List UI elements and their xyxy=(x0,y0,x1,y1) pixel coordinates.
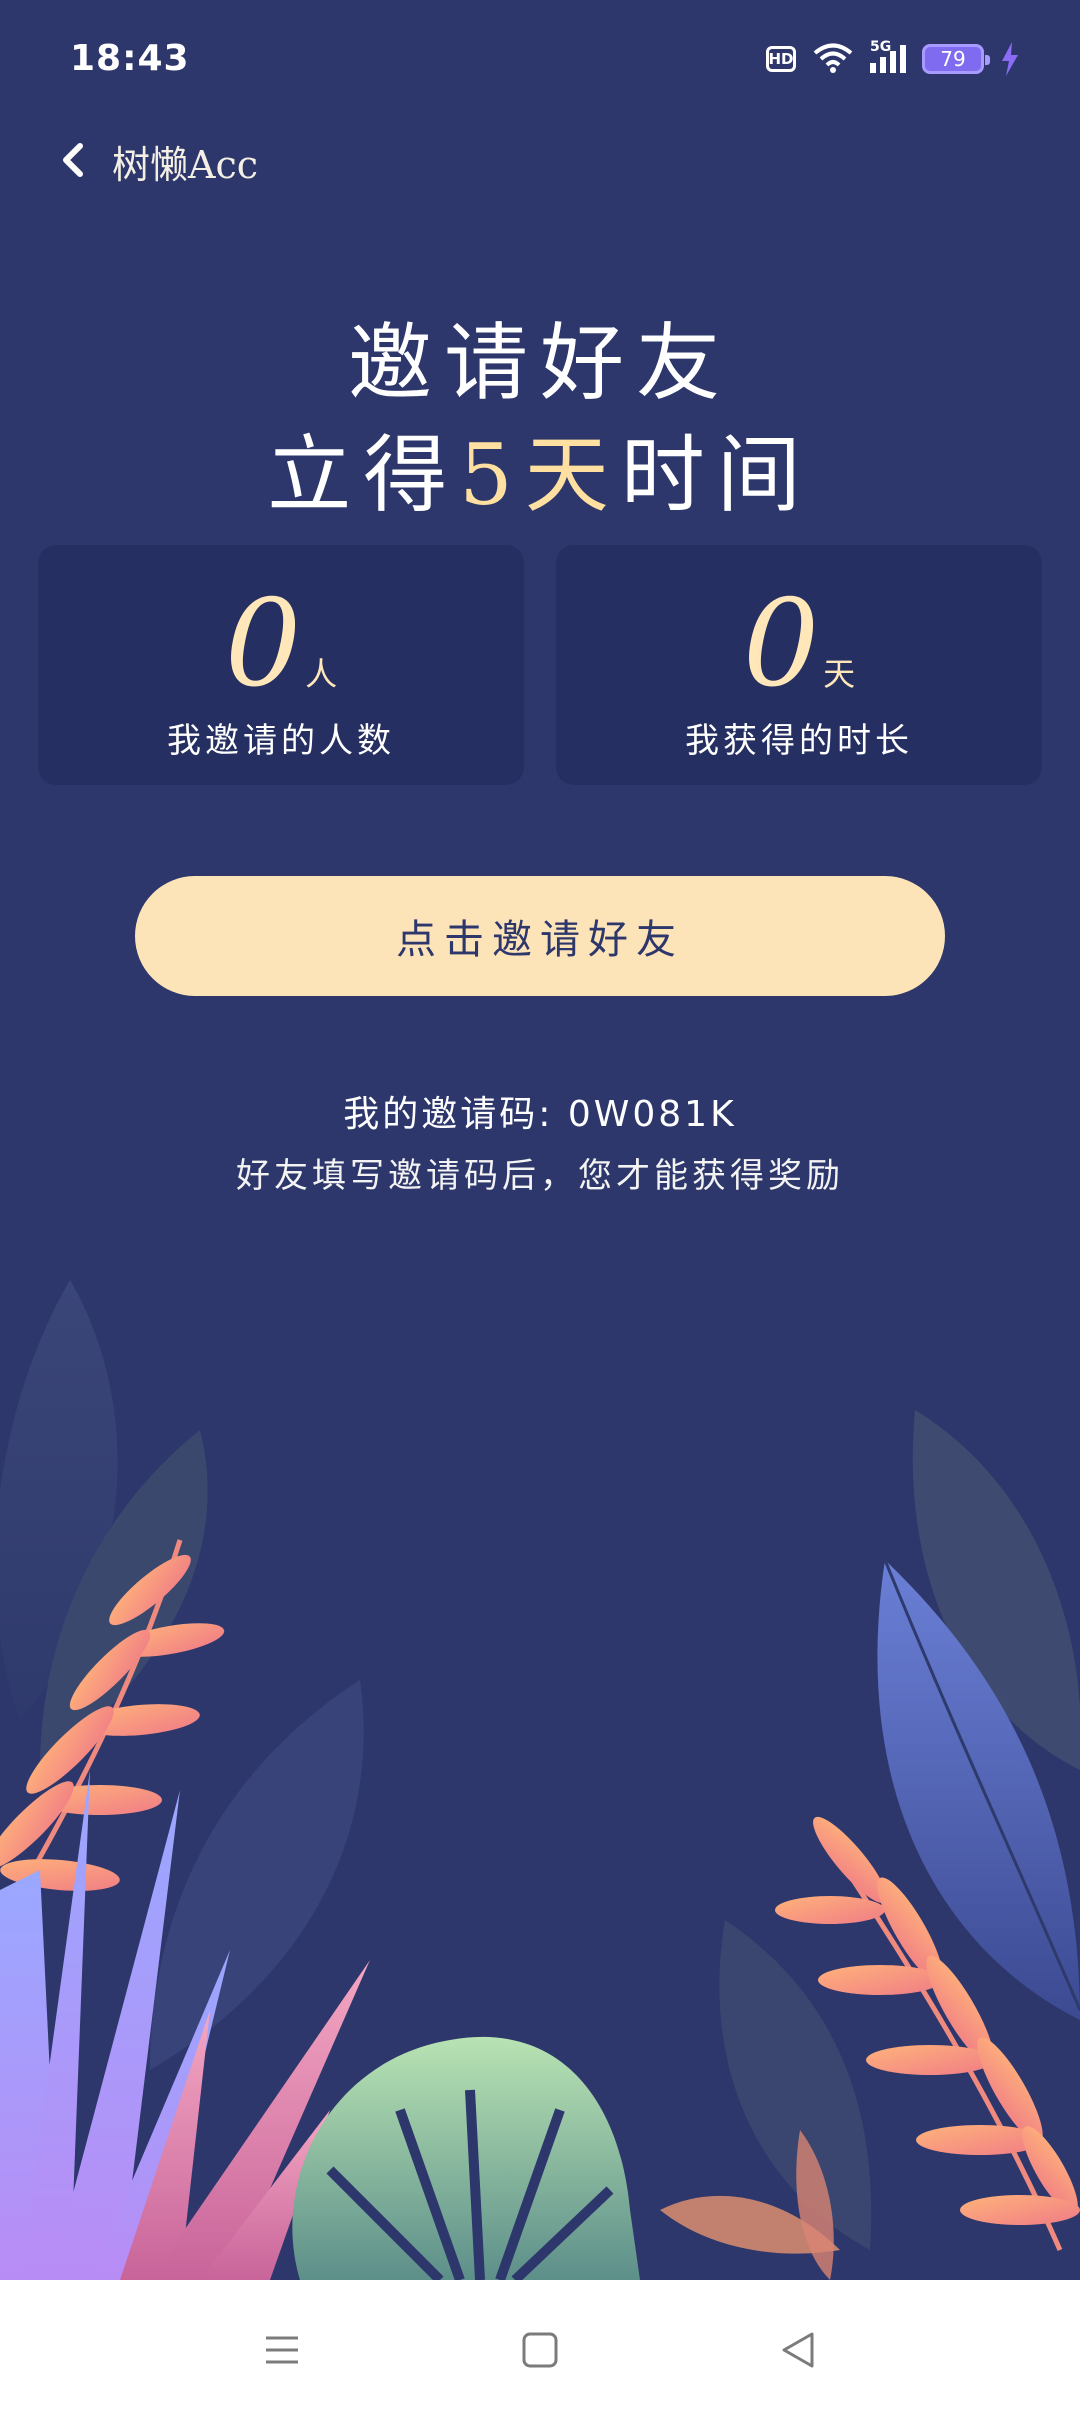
headline-suffix: 时间 xyxy=(620,426,813,524)
invite-code: 我的邀请码: 0W081K xyxy=(343,1094,737,1135)
invited-count-unit: 人 xyxy=(305,655,338,693)
network-label: 5G xyxy=(870,39,892,55)
back-triangle-icon xyxy=(782,2332,814,2368)
menu-icon xyxy=(266,2336,298,2364)
invite-note: 好友填写邀请码后，您才能获得奖励 xyxy=(236,1156,844,1196)
invited-count-card: 0人 我邀请的人数 xyxy=(38,545,524,785)
headline-line-2: 立得5天时间 xyxy=(0,408,1080,529)
home-button[interactable] xyxy=(510,2320,570,2380)
headline-prefix: 立得 xyxy=(267,426,460,524)
status-time: 18:43 xyxy=(70,38,190,79)
menu-button[interactable] xyxy=(252,2320,312,2380)
status-icons: HD 5G 79 xyxy=(766,39,1020,76)
invited-count-label: 我邀请的人数 xyxy=(167,721,395,761)
page-title: 树懒Acc xyxy=(112,143,259,187)
home-icon xyxy=(522,2332,558,2368)
stat-value-row: 0天 xyxy=(556,575,1042,714)
system-navigation-bar xyxy=(0,2280,1080,2412)
invited-count-value: 0 xyxy=(224,575,302,714)
nav-bar: 树懒Acc xyxy=(0,120,1080,190)
headline-line-1: 邀请好友 xyxy=(347,314,732,412)
back-button[interactable] xyxy=(50,130,110,190)
signal-icon: 5G xyxy=(870,39,906,73)
battery-icon: 79 xyxy=(922,44,990,74)
earned-days-label: 我获得的时长 xyxy=(685,721,913,761)
leaf-dark-left-3 xyxy=(150,1680,364,2070)
wifi-icon xyxy=(813,43,853,73)
earned-days-unit: 天 xyxy=(823,655,856,693)
chevron-left-icon xyxy=(63,143,83,177)
charging-icon xyxy=(1002,42,1018,76)
decorative-plants-illustration xyxy=(0,1280,1080,2280)
leaf-monstera-green xyxy=(292,2036,640,2280)
stat-value-row: 0人 xyxy=(38,575,524,714)
hd-icon: HD xyxy=(766,46,796,72)
earned-days-value: 0 xyxy=(742,575,820,714)
status-bar: 18:43 HD 5G 79 xyxy=(0,0,1080,120)
system-back-button[interactable] xyxy=(768,2320,828,2380)
headline-highlight: 5天 xyxy=(459,426,621,524)
earned-days-card: 0天 我获得的时长 xyxy=(556,545,1042,785)
invite-friends-button[interactable]: 点击邀请好友 xyxy=(135,876,945,996)
